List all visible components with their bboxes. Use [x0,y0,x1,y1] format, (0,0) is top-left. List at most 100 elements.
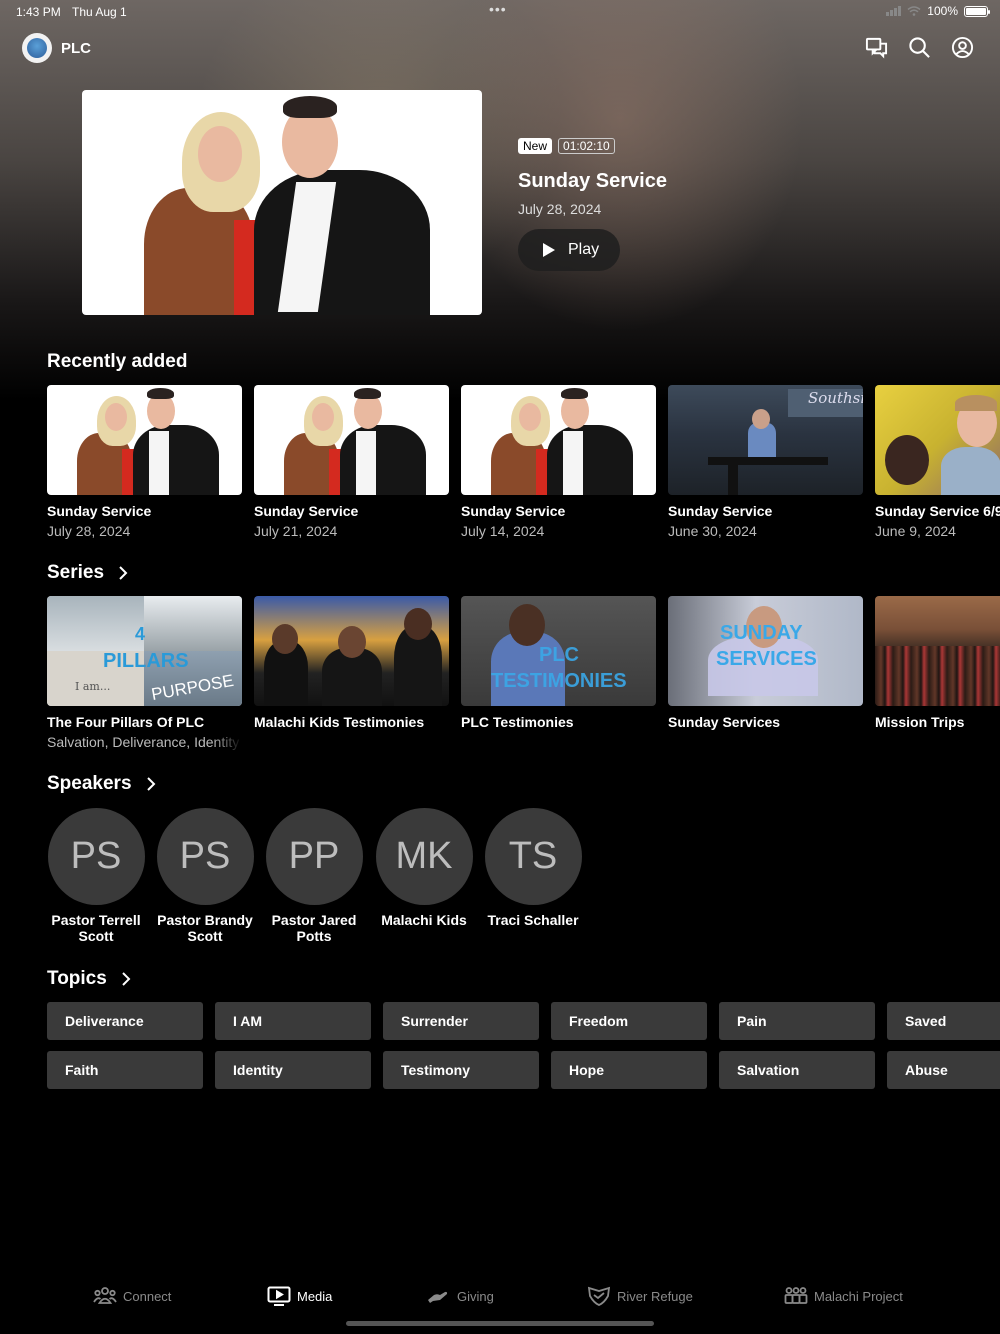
card-title: Malachi Kids Testimonies [254,714,425,730]
card-title: The Four Pillars Of PLC [47,714,205,730]
speaker-avatar: TS [484,808,582,905]
tab-giving[interactable]: Giving [427,1286,494,1306]
recent-card[interactable]: Sunday Service July 14, 2024 [461,385,656,539]
topic-chip[interactable]: Saved [887,1002,1000,1040]
series-heading[interactable]: Series [47,562,128,584]
topic-chip[interactable]: Salvation [719,1051,875,1089]
battery-percent: 100% [927,4,958,18]
app-name: PLC [61,40,91,57]
recently-added-title: Recently added [47,351,188,372]
speaker-avatar: PS [156,808,254,905]
speaker-avatar: MK [375,808,473,905]
speaker-avatar: PP [265,808,363,905]
home-indicator[interactable] [346,1321,654,1326]
tab-bar: Connect Media Giving River Refuge Malach… [0,1280,1000,1312]
topic-chip[interactable]: Hope [551,1051,707,1089]
tab-connect[interactable]: Connect [93,1286,171,1306]
hero-date: July 28, 2024 [518,201,602,217]
recently-added-heading: Recently added [47,351,187,373]
card-date: June 9, 2024 [875,523,956,539]
app-header: PLC [0,30,1000,70]
account-icon[interactable] [951,36,974,59]
tab-river-refuge[interactable]: River Refuge [587,1286,693,1306]
thumb-text: PILLARS [103,650,189,672]
topic-chip[interactable]: Identity [215,1051,371,1089]
card-title: Sunday Service [668,503,773,519]
card-title: Mission Trips [875,714,965,730]
card-date: July 21, 2024 [254,523,338,539]
thumb-text: PLC [539,644,579,666]
topic-chip[interactable]: Surrender [383,1002,539,1040]
status-indicators: 100% [886,4,990,18]
people-icon [93,1287,117,1304]
card-date: July 28, 2024 [47,523,131,539]
topic-chip[interactable]: Faith [47,1051,203,1089]
series-title: Series [47,562,105,583]
speaker-item[interactable]: MK Malachi Kids [369,808,479,928]
topic-chip[interactable]: Deliverance [47,1002,203,1040]
card-title: Sunday Service [254,503,359,519]
speaker-item[interactable]: PS Pastor Terrell Scott [41,808,151,944]
tab-label: Giving [457,1288,494,1304]
new-badge: New [518,138,553,154]
chevron-right-icon [122,972,131,986]
series-card[interactable]: Mission Trips [875,596,1000,730]
card-title: Sunday Service 6/9 [875,503,1000,519]
recent-card[interactable]: Sunday Service 6/9 June 9, 2024 [875,385,1000,539]
church-logo[interactable] [22,33,52,63]
card-date: June 30, 2024 [668,523,757,539]
tab-label: Malachi Project [814,1288,903,1304]
topic-chip[interactable]: Abuse [887,1051,1000,1089]
multitask-dots-icon[interactable]: ••• [489,1,507,17]
handshake-shield-icon [587,1286,611,1306]
speaker-name: Traci Schaller [487,912,579,928]
play-button[interactable]: Play [518,229,620,271]
series-card[interactable]: PLC TESTIMONIES PLC Testimonies [461,596,656,730]
recent-card[interactable]: Sunday Service July 28, 2024 [47,385,242,539]
hero-title: Sunday Service [518,170,667,192]
status-bar: 1:43 PM Thu Aug 1 ••• 100% [0,0,1000,24]
topics-title: Topics [47,968,107,989]
thumb-text: SUNDAY [720,622,803,644]
card-title: PLC Testimonies [461,714,574,730]
speakers-title: Speakers [47,773,132,794]
couple-photo [82,90,482,315]
thumb-text: I am... [75,680,111,693]
topic-chip[interactable]: Testimony [383,1051,539,1089]
thumb-text: TESTIMONIES [491,670,627,692]
tv-icon [267,1286,291,1306]
card-title: Sunday Service [461,503,566,519]
card-title: Sunday Services [668,714,781,730]
duration-badge: 01:02:10 [558,138,615,154]
chat-icon[interactable] [865,36,888,59]
topic-chip[interactable]: Freedom [551,1002,707,1040]
tab-label: Connect [123,1288,172,1304]
signal-icon [886,6,902,16]
speaker-name: Pastor Brandy Scott [157,912,253,944]
topics-heading[interactable]: Topics [47,968,131,990]
speaker-item[interactable]: PP Pastor Jared Potts [259,808,369,944]
speaker-name: Pastor Jared Potts [271,912,357,944]
card-title: Sunday Service [47,503,152,519]
hero-thumbnail[interactable] [82,90,482,315]
series-card[interactable]: Malachi Kids Testimonies [254,596,449,730]
group-icon [784,1287,808,1304]
tab-media[interactable]: Media [267,1286,332,1306]
hero-info: New 01:02:10 Sunday Service July 28, 202… [518,138,667,271]
card-subtitle: Salvation, Deliverance, Identity [47,734,240,750]
speaker-avatar: PS [47,808,145,905]
tab-malachi-project[interactable]: Malachi Project [784,1286,903,1306]
speakers-heading[interactable]: Speakers [47,773,156,795]
battery-icon [964,5,990,17]
speaker-item[interactable]: PS Pastor Brandy Scott [150,808,260,944]
topic-chip[interactable]: I AM [215,1002,371,1040]
recent-card[interactable]: Southsi Sunday Service June 30, 2024 [668,385,863,539]
status-date: Thu Aug 1 [72,5,127,19]
series-card[interactable]: SUNDAY SERVICES Sunday Services [668,596,863,730]
topic-chip[interactable]: Pain [719,1002,875,1040]
series-card[interactable]: 4 PILLARS I am... PURPOSE The Four Pilla… [47,596,242,750]
speaker-item[interactable]: TS Traci Schaller [478,808,588,928]
speaker-name: Malachi Kids [381,912,467,928]
search-icon[interactable] [908,36,931,59]
recent-card[interactable]: Sunday Service July 21, 2024 [254,385,449,539]
